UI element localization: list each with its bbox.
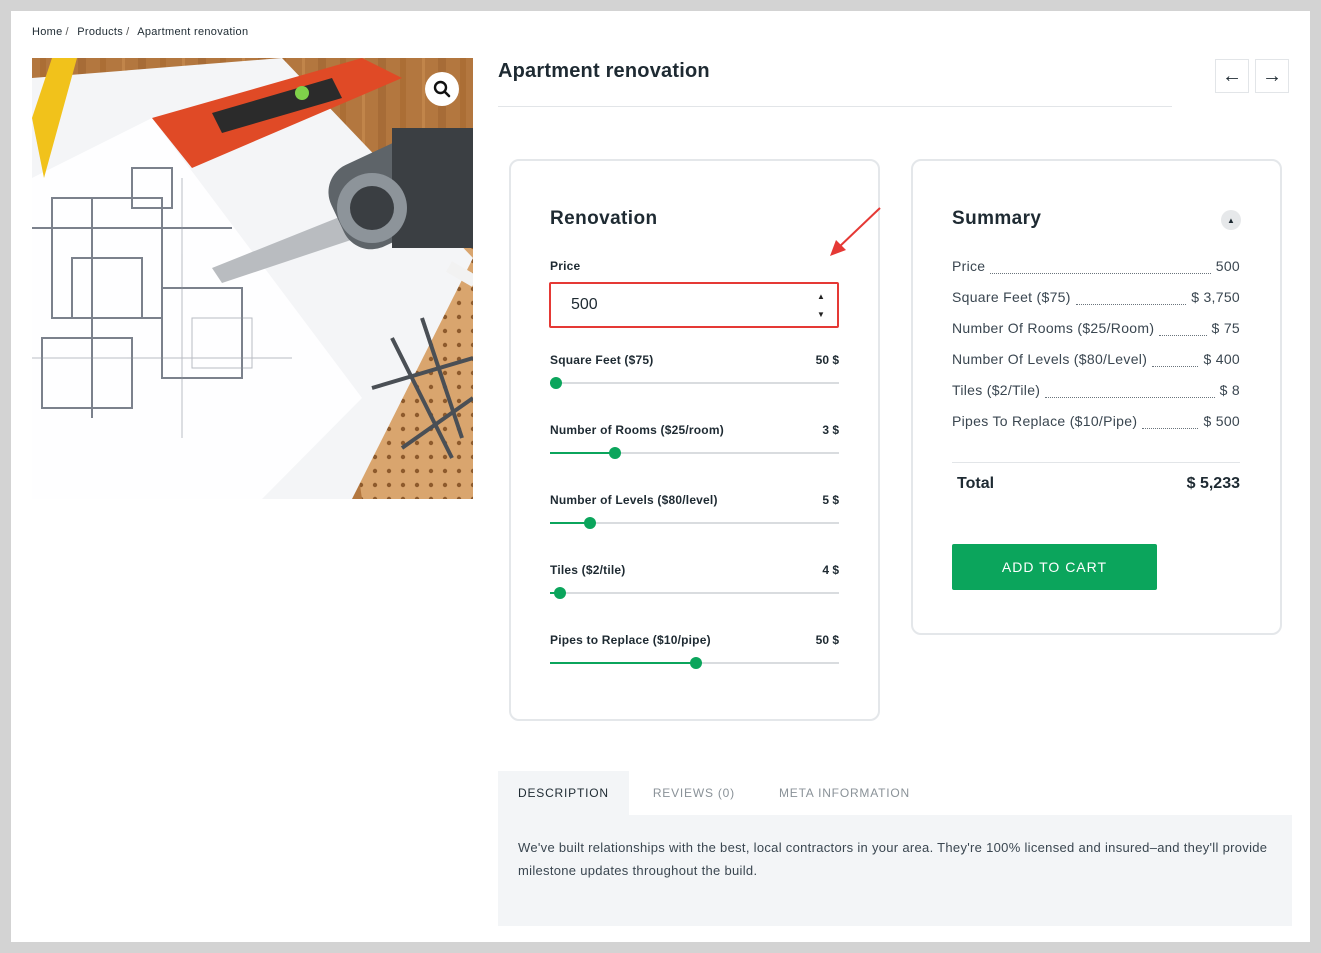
slider-label: Number of Levels ($80/level) bbox=[550, 493, 718, 507]
title-divider bbox=[498, 106, 1172, 107]
slider-track[interactable] bbox=[549, 377, 839, 389]
leader-dots bbox=[990, 264, 1211, 274]
breadcrumb-separator: / bbox=[65, 26, 69, 38]
zoom-button[interactable] bbox=[425, 72, 459, 106]
breadcrumb-home[interactable]: Home bbox=[32, 26, 63, 38]
slider-label: Tiles ($2/tile) bbox=[550, 563, 626, 577]
slider-track[interactable] bbox=[550, 657, 839, 669]
summary-divider bbox=[952, 462, 1240, 463]
collapse-summary-button[interactable]: ▲ bbox=[1221, 210, 1241, 230]
leader-dots bbox=[1152, 357, 1199, 367]
price-input[interactable] bbox=[571, 294, 791, 316]
slider-label: Number of Rooms ($25/room) bbox=[550, 423, 724, 437]
previous-product-button[interactable]: ← bbox=[1215, 59, 1249, 93]
slider-value: 3 $ bbox=[822, 423, 839, 437]
breadcrumb: Home / Products / Apartment renovation bbox=[32, 26, 248, 38]
slider-value: 5 $ bbox=[822, 493, 839, 507]
total-label: Total bbox=[957, 475, 995, 492]
summary-row-label: Number Of Rooms ($25/Room) bbox=[952, 320, 1155, 336]
description-text: We've built relationships with the best,… bbox=[518, 840, 1268, 878]
summary-row-label: Pipes To Replace ($10/Pipe) bbox=[952, 413, 1138, 429]
tab-reviews[interactable]: REVIEWS (0) bbox=[629, 771, 755, 815]
summary-row-value: $ 400 bbox=[1203, 351, 1240, 367]
summary-row: Price 500 bbox=[952, 258, 1240, 276]
slider-thumb[interactable] bbox=[609, 447, 622, 459]
summary-row: Tiles ($2/Tile) $ 8 bbox=[952, 382, 1240, 400]
summary-row: Number Of Levels ($80/Level) $ 400 bbox=[952, 351, 1240, 369]
summary-row: Number Of Rooms ($25/Room) $ 75 bbox=[952, 320, 1240, 338]
renovation-card: Renovation Price ▲ ▼ Square Feet ($75) 5… bbox=[509, 159, 880, 721]
breadcrumb-separator: / bbox=[126, 26, 130, 38]
slider-track[interactable] bbox=[550, 517, 839, 529]
slider-thumb[interactable] bbox=[554, 587, 567, 599]
slider-label: Square Feet ($75) bbox=[550, 353, 654, 367]
page: Home / Products / Apartment renovation A… bbox=[11, 11, 1310, 942]
summary-row-value: $ 8 bbox=[1219, 382, 1240, 398]
breadcrumb-current: Apartment renovation bbox=[137, 26, 249, 38]
summary-row-label: Price bbox=[952, 258, 986, 274]
arrow-left-icon: ← bbox=[1222, 64, 1242, 87]
tab-meta-information[interactable]: META INFORMATION bbox=[755, 771, 930, 815]
breadcrumb-products[interactable]: Products bbox=[77, 26, 123, 38]
magnifier-icon bbox=[433, 80, 451, 98]
product-image[interactable] bbox=[32, 58, 473, 499]
caret-down-icon: ▼ bbox=[817, 309, 825, 319]
description-panel: We've built relationships with the best,… bbox=[498, 815, 1292, 926]
decrement-button[interactable]: ▼ bbox=[812, 306, 830, 322]
summary-row: Square Feet ($75) $ 3,750 bbox=[952, 289, 1240, 307]
slider-fill bbox=[550, 452, 616, 454]
leader-dots bbox=[1045, 388, 1215, 398]
summary-title: Summary bbox=[952, 208, 1042, 229]
summary-row-value: $ 500 bbox=[1203, 413, 1240, 429]
slider-fill bbox=[550, 662, 696, 664]
product-photo bbox=[32, 58, 473, 499]
leader-dots bbox=[1142, 419, 1199, 429]
increment-button[interactable]: ▲ bbox=[812, 288, 830, 304]
leader-dots bbox=[1075, 295, 1187, 305]
slider-track[interactable] bbox=[550, 447, 839, 459]
product-title: Apartment renovation bbox=[498, 60, 710, 82]
next-product-button[interactable]: → bbox=[1255, 59, 1289, 93]
slider-label: Pipes to Replace ($10/pipe) bbox=[550, 633, 711, 647]
slider-thumb[interactable] bbox=[549, 377, 562, 389]
slider-value: 50 $ bbox=[815, 633, 839, 647]
summary-row-label: Tiles ($2/Tile) bbox=[952, 382, 1041, 398]
summary-row: Pipes To Replace ($10/Pipe) $ 500 bbox=[952, 413, 1240, 431]
renovation-title: Renovation bbox=[550, 208, 658, 229]
total-value: $ 5,233 bbox=[1186, 475, 1240, 492]
annotation-arrow-icon bbox=[830, 207, 881, 256]
caret-up-icon: ▲ bbox=[817, 291, 825, 301]
summary-row-value: $ 75 bbox=[1211, 320, 1240, 336]
slider-thumb[interactable] bbox=[584, 517, 597, 529]
slider-track[interactable] bbox=[550, 587, 839, 599]
tab-description[interactable]: DESCRIPTION bbox=[498, 771, 629, 815]
add-to-cart-button[interactable]: ADD TO CART bbox=[952, 544, 1157, 590]
summary-row-value: $ 3,750 bbox=[1191, 289, 1240, 305]
slider-thumb[interactable] bbox=[689, 657, 702, 669]
product-tabs: DESCRIPTION REVIEWS (0) META INFORMATION bbox=[498, 771, 930, 815]
slider-value: 50 $ bbox=[815, 353, 839, 367]
leader-dots bbox=[1159, 326, 1207, 336]
summary-row-value: 500 bbox=[1215, 258, 1240, 274]
caret-up-icon: ▲ bbox=[1227, 215, 1235, 225]
summary-card: Summary ▲ Price 500 Square Feet ($75) $ 3,… bbox=[911, 159, 1282, 635]
price-input-wrapper: ▲ ▼ bbox=[549, 282, 839, 328]
slider-value: 4 $ bbox=[822, 563, 839, 577]
summary-row-label: Number Of Levels ($80/Level) bbox=[952, 351, 1148, 367]
price-label: Price bbox=[550, 259, 581, 273]
arrow-right-icon: → bbox=[1262, 64, 1282, 87]
summary-row-label: Square Feet ($75) bbox=[952, 289, 1071, 305]
